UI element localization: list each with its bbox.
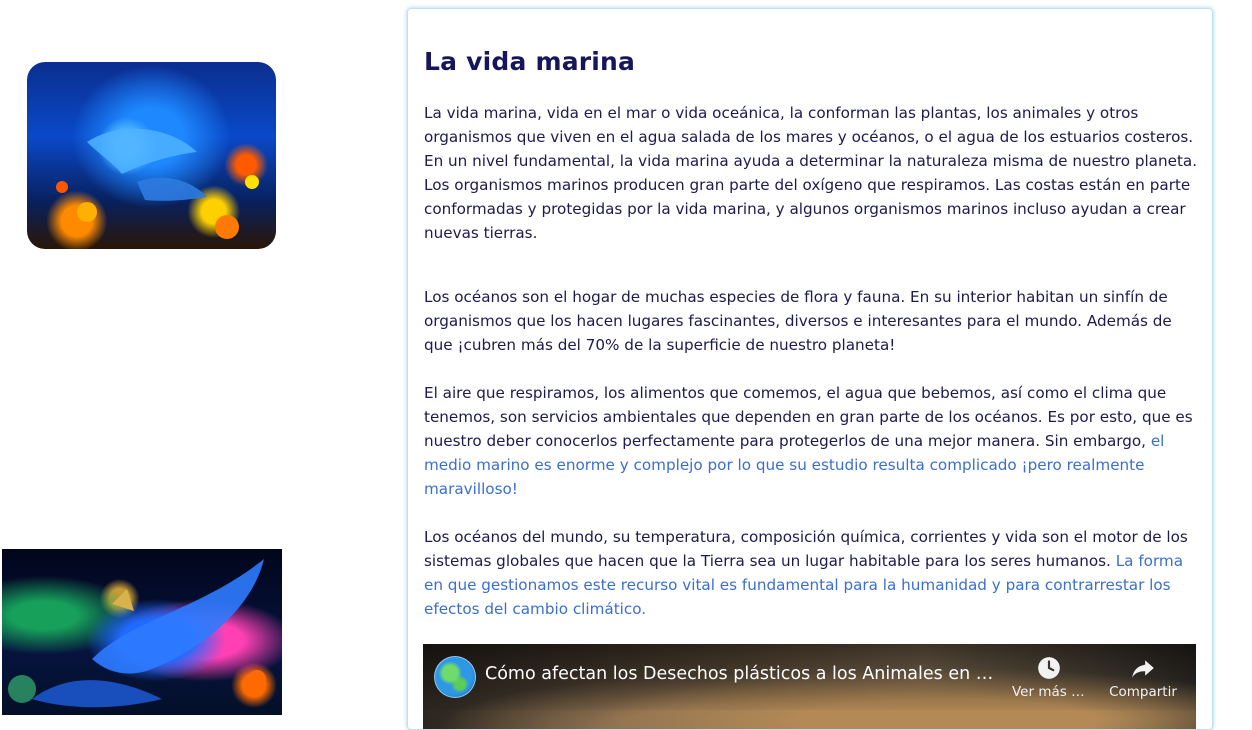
marine-life-image-dolphin-coral [2, 549, 282, 715]
share-arrow-icon [1132, 660, 1154, 678]
share-button[interactable]: Compartir [1106, 655, 1180, 700]
channel-avatar-earth-icon[interactable] [434, 656, 476, 698]
dolphin-coral-illustration [8, 559, 266, 708]
article-card: La vida marina La vida marina, vida en e… [407, 8, 1213, 730]
video-title[interactable]: Cómo afectan los Desechos plásticos a lo… [485, 664, 1003, 684]
paragraph-environmental-services-text: El aire que respiramos, los alimentos qu… [424, 384, 1193, 450]
paragraph-marine-life-definition: La vida marina, vida en el mar o vida oc… [424, 104, 1198, 242]
article-title: La vida marina [424, 47, 636, 76]
marine-life-image-dolphins-reef [27, 62, 276, 249]
clock-icon [1038, 657, 1060, 679]
share-label: Compartir [1109, 684, 1177, 700]
paragraph-global-systems: Los océanos del mundo, su temperatura, c… [424, 525, 1198, 621]
paragraph-oceans-home: Los océanos son el hogar de muchas espec… [424, 288, 1172, 354]
watch-later-button[interactable]: Ver más tarde [1012, 655, 1086, 700]
youtube-video-embed[interactable]: Cómo afectan los Desechos plásticos a lo… [423, 644, 1196, 729]
watch-later-label: Ver más tarde [1012, 684, 1086, 700]
paragraph-environmental-services: El aire que respiramos, los alimentos qu… [424, 381, 1198, 501]
paragraph-global-systems-text: Los océanos del mundo, su temperatura, c… [424, 528, 1188, 570]
dolphin-reef-illustration [56, 128, 259, 239]
